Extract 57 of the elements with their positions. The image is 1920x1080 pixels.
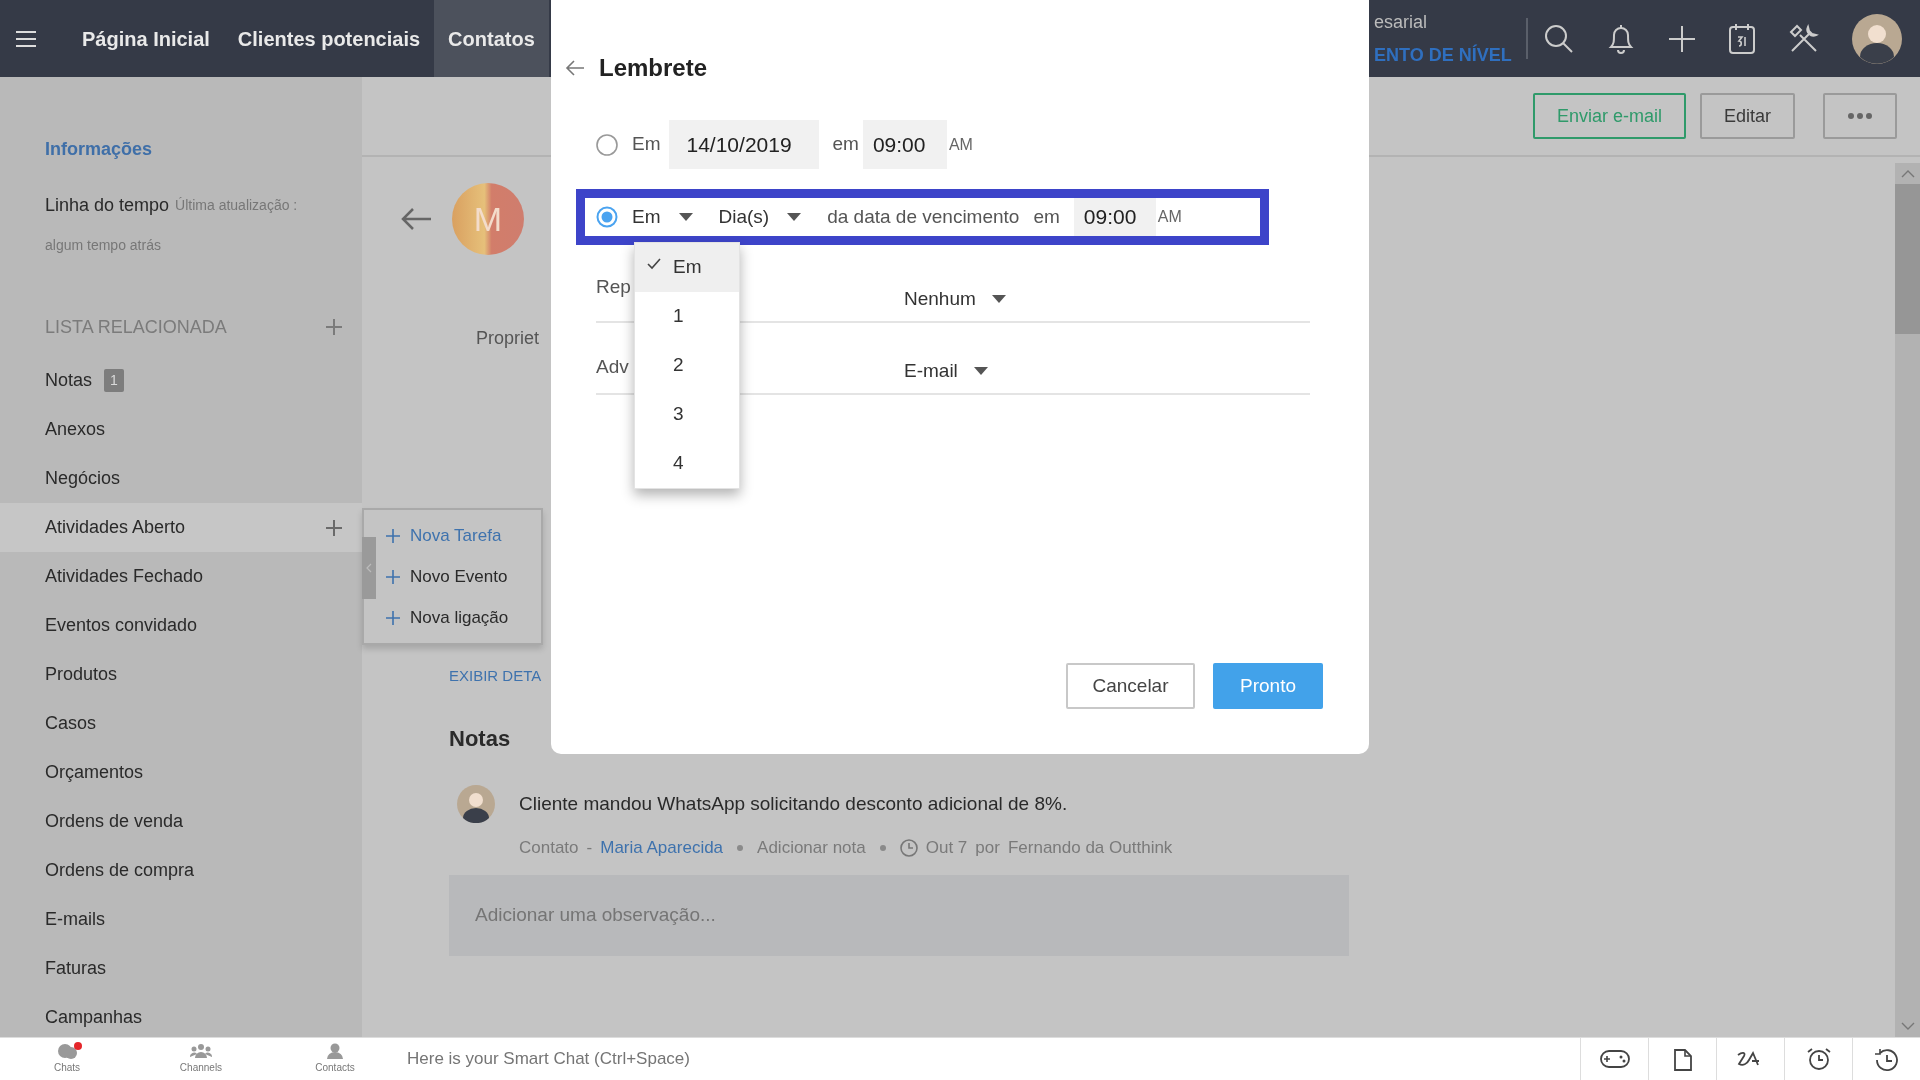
by-label: por [975, 837, 1000, 859]
related-list-item[interactable]: Atividades Aberto [0, 503, 362, 552]
dropdown-option[interactable]: 1 [635, 292, 739, 341]
related-list-heading: LISTA RELACIONADA [45, 315, 227, 339]
org-level: ENTO DE NÍVEL [1374, 43, 1513, 67]
related-list-item[interactable]: Eventos convidado [0, 601, 362, 650]
relation-label: da data de vencimento [827, 204, 1020, 229]
note-input[interactable]: Adicionar uma observação... [449, 874, 1349, 956]
cancel-button[interactable]: Cancelar [1066, 663, 1195, 709]
option-label: Em [632, 132, 661, 157]
notes-heading: Notas [449, 725, 511, 753]
time-field[interactable]: 09:00 [862, 120, 947, 169]
owner-label: Propriet [476, 327, 540, 350]
org-name: esarial [1374, 10, 1429, 34]
related-list-item[interactable]: Anexos [0, 405, 362, 454]
dialog-title: Lembrete [599, 53, 708, 83]
dropdown-option[interactable]: 4 [635, 439, 739, 488]
related-list-item[interactable]: Atividades Fechado [0, 552, 362, 601]
menu-item[interactable]: Nova ligação [386, 597, 541, 638]
bottom-tab[interactable]: Channels [134, 1037, 268, 1080]
related-list-item[interactable]: Negócios [0, 454, 362, 503]
field-label: Adv [596, 356, 629, 377]
dropdown-option[interactable]: 2 [635, 341, 739, 390]
related-list-item[interactable]: Faturas [0, 944, 362, 993]
related-list-item[interactable]: Casos [0, 699, 362, 748]
related-list-item[interactable]: Ordens de venda [0, 797, 362, 846]
edit-button[interactable]: Editar [1699, 93, 1795, 139]
updated-time: algum tempo atrás [45, 235, 161, 255]
at-label: em [832, 132, 859, 157]
date-field[interactable]: 14/10/2019 [668, 120, 819, 169]
author-name: Fernando da Outthink [1007, 837, 1173, 859]
related-list-item[interactable]: E-mails [0, 895, 362, 944]
related-list-item[interactable]: Produtos [0, 650, 362, 699]
timeline-link[interactable]: Linha do tempo [45, 191, 170, 219]
field-label: Rep [596, 276, 631, 297]
meridiem-label: AM [1157, 207, 1182, 227]
related-list-item[interactable]: Orçamentos [0, 748, 362, 797]
related-list-item[interactable]: Ordens de compra [0, 846, 362, 895]
at-label: em [1033, 204, 1060, 229]
note-text: Cliente mandou WhatsApp solicitando desconto adicional de 8%. [519, 791, 1068, 816]
separator-text: - [586, 837, 593, 859]
note-date: Out 7 [925, 837, 968, 859]
count-badge: 1 [104, 369, 124, 392]
updated-label: Última atualização : [175, 195, 298, 215]
module-label: Contato [519, 837, 579, 859]
nav-tab[interactable]: Clientes potenciais [223, 0, 435, 77]
meridiem-label: AM [948, 134, 973, 155]
related-list-item[interactable]: Campanhas [0, 993, 362, 1037]
bottom-tab[interactable]: Chats [0, 1037, 134, 1080]
contact-avatar: M [452, 183, 524, 255]
dropdown-option[interactable]: 3 [635, 390, 739, 439]
nav-tab[interactable]: Página Inicial [68, 0, 224, 77]
menu-item[interactable]: Novo Evento [386, 556, 541, 597]
dropdown-option[interactable]: Em [635, 243, 739, 292]
related-list-item[interactable]: Notas [45, 367, 93, 394]
nav-tab[interactable]: Contatos [434, 0, 549, 77]
time-field[interactable]: 09:00 [1073, 198, 1156, 236]
